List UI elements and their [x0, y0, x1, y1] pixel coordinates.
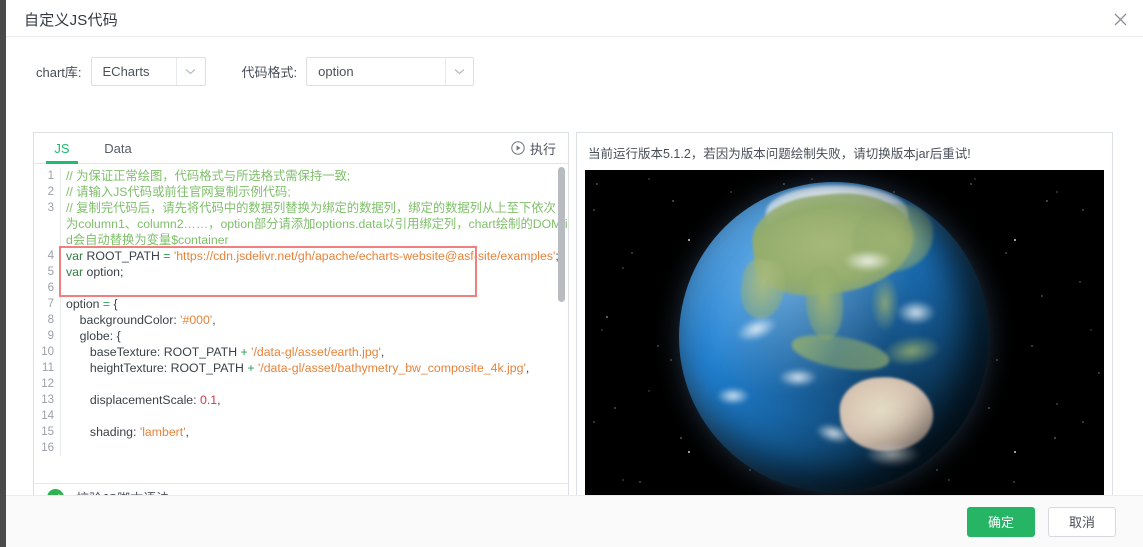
code-line-text [60, 408, 568, 424]
code-format-label: 代码格式: [241, 64, 298, 80]
code-text-area[interactable]: 1 // 为保证正常绘图，代码格式与所选格式需保持一致; 2 // 请输入JS代码或前… [34, 164, 568, 511]
code-line-text [60, 376, 568, 392]
line-number: 4 [47, 250, 54, 262]
run-button[interactable]: 执行 [511, 133, 556, 163]
cloud-patch [843, 250, 893, 272]
code-line: 16 [34, 440, 568, 456]
code-line: 11 heightTexture: ROOT_PATH + '/data-gl/… [34, 360, 568, 376]
dialog-title: 自定义JS代码 [24, 12, 118, 29]
code-line-text: // 复制完代码后，请先将代码中的数据列替换为绑定的数据列，绑定的数据列从上至下… [60, 200, 568, 248]
line-number: 8 [47, 314, 54, 326]
code-line-text: globe: { [60, 328, 568, 344]
editor-vertical-scrollbar[interactable] [558, 167, 565, 508]
code-line-text: // 为保证正常绘图，代码格式与所选格式需保持一致; [60, 168, 568, 184]
line-number: 9 [47, 330, 54, 342]
code-line: 2 // 请输入JS代码或前往官网复制示例代码; [34, 184, 568, 200]
editor-tabbar: JS Data 执行 [34, 133, 568, 164]
cloud-patch [778, 368, 819, 387]
code-line: 8 backgroundColor: '#000', [34, 312, 568, 328]
code-line-text: var option; [60, 264, 568, 280]
code-line-text: displacementScale: 0.1, [60, 392, 568, 408]
play-circle-icon [511, 141, 525, 155]
code-line: 6 [34, 280, 568, 296]
line-number: 16 [41, 442, 54, 454]
code-line-text: shading: 'lambert', [60, 424, 568, 440]
code-line: 9 globe: { [34, 328, 568, 344]
dialog-body: chart库: ECharts 代码格式: option JS Data 执行 … [0, 37, 1143, 512]
cloud-patch [896, 299, 937, 325]
line-number: 12 [41, 378, 54, 390]
code-line: 14 [34, 408, 568, 424]
code-line: 10 baseTexture: ROOT_PATH + '/data-gl/as… [34, 344, 568, 360]
line-number: 7 [47, 298, 54, 310]
cloud-patch [716, 386, 751, 406]
code-line-text: backgroundColor: '#000', [60, 312, 568, 328]
confirm-button[interactable]: 确定 [967, 506, 1035, 537]
code-editor-panel: JS Data 执行 1 // 为保证正常绘图，代码格式与所选格式需保持一致; 2 /… [33, 132, 569, 512]
dialog-titlebar: 自定义JS代码 [0, 0, 1143, 37]
tab-js[interactable]: JS [46, 133, 78, 164]
line-number: 14 [41, 410, 54, 422]
version-note: 当前运行版本5.1.2，若因为版本问题绘制失败，请切换版本jar后重试! [588, 147, 971, 161]
chart-lib-value: ECharts [102, 63, 150, 79]
chevron-down-icon [444, 57, 474, 85]
window-edge-strip [0, 0, 6, 547]
line-number: 6 [47, 282, 54, 294]
code-lines-container: 1 // 为保证正常绘图，代码格式与所选格式需保持一致; 2 // 请输入JS代码或前… [34, 164, 568, 511]
line-number: 3 [47, 202, 54, 214]
code-line-text: baseTexture: ROOT_PATH + '/data-gl/asset… [60, 344, 568, 360]
line-number: 2 [47, 186, 54, 198]
new-guinea-landmass [881, 333, 942, 369]
cloud-patch [732, 311, 781, 347]
chart-lib-label: chart库: [36, 64, 82, 80]
globe-sphere [679, 182, 989, 492]
line-number: 15 [41, 426, 54, 438]
code-line-text [60, 440, 568, 456]
line-number: 10 [41, 346, 54, 358]
run-button-label: 执行 [529, 141, 556, 157]
close-icon[interactable] [1105, 4, 1135, 34]
code-line: 1 // 为保证正常绘图，代码格式与所选格式需保持一致; [34, 168, 568, 184]
dialog-toolbar: chart库: ECharts 代码格式: option [36, 56, 475, 86]
code-line-text: heightTexture: ROOT_PATH + '/data-gl/ass… [60, 360, 568, 376]
line-number: 11 [42, 362, 54, 374]
line-number: 1 [47, 170, 54, 182]
custom-js-code-dialog: 自定义JS代码 chart库: ECharts 代码格式: option JS … [0, 0, 1143, 547]
echarts-globe-preview[interactable] [585, 170, 1104, 507]
tab-data[interactable]: Data [101, 133, 135, 163]
chart-lib-select[interactable]: ECharts [90, 56, 206, 86]
code-format-value: option [318, 63, 354, 79]
code-format-select[interactable]: option [306, 56, 475, 86]
code-line: 15 shading: 'lambert', [34, 424, 568, 440]
code-line: 12 [34, 376, 568, 392]
code-line: 5 var option; [34, 264, 568, 280]
code-line-text [60, 280, 568, 296]
code-line: 3 // 复制完代码后，请先将代码中的数据列替换为绑定的数据列，绑定的数据列从上至… [34, 200, 568, 248]
code-line: 4 var ROOT_PATH = 'https://cdn.jsdelivr.n… [34, 248, 568, 264]
code-line-text: // 请输入JS代码或前往官网复制示例代码; [60, 184, 568, 200]
cancel-button[interactable]: 取消 [1048, 506, 1116, 537]
code-line: 13 displacementScale: 0.1, [34, 392, 568, 408]
code-line-text: option = { [60, 296, 568, 312]
chart-preview-panel: 当前运行版本5.1.2，若因为版本问题绘制失败，请切换版本jar后重试! [576, 132, 1113, 512]
code-line: 7 option = { [34, 296, 568, 312]
code-line-text: var ROOT_PATH = 'https://cdn.jsdelivr.ne… [60, 248, 568, 264]
chevron-down-icon [176, 57, 204, 85]
india-landmass [737, 256, 789, 322]
line-number: 5 [47, 266, 54, 278]
line-number: 13 [41, 394, 54, 406]
editor-horizontal-scrollbar[interactable] [34, 503, 558, 511]
philippines-archipelago [871, 275, 900, 331]
cloud-patch [865, 442, 921, 468]
editor-scrollbar-thumb[interactable] [558, 167, 565, 302]
